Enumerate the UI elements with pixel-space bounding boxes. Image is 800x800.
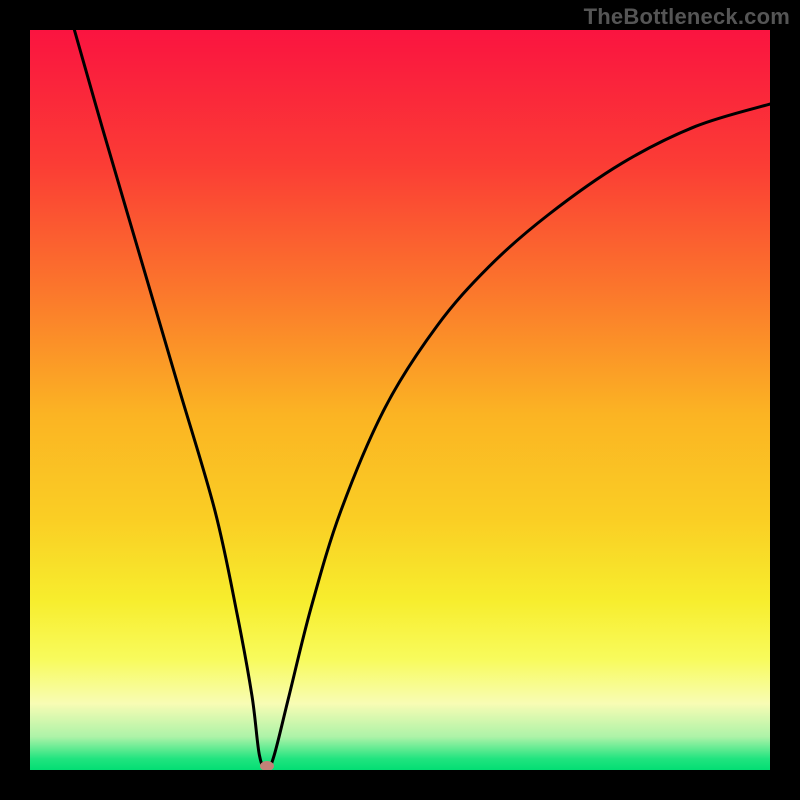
plot-area (30, 30, 770, 770)
curve-layer (30, 30, 770, 770)
minimum-marker (260, 761, 274, 770)
chart-frame: TheBottleneck.com (0, 0, 800, 800)
bottleneck-curve (74, 30, 770, 770)
watermark-text: TheBottleneck.com (584, 4, 790, 30)
